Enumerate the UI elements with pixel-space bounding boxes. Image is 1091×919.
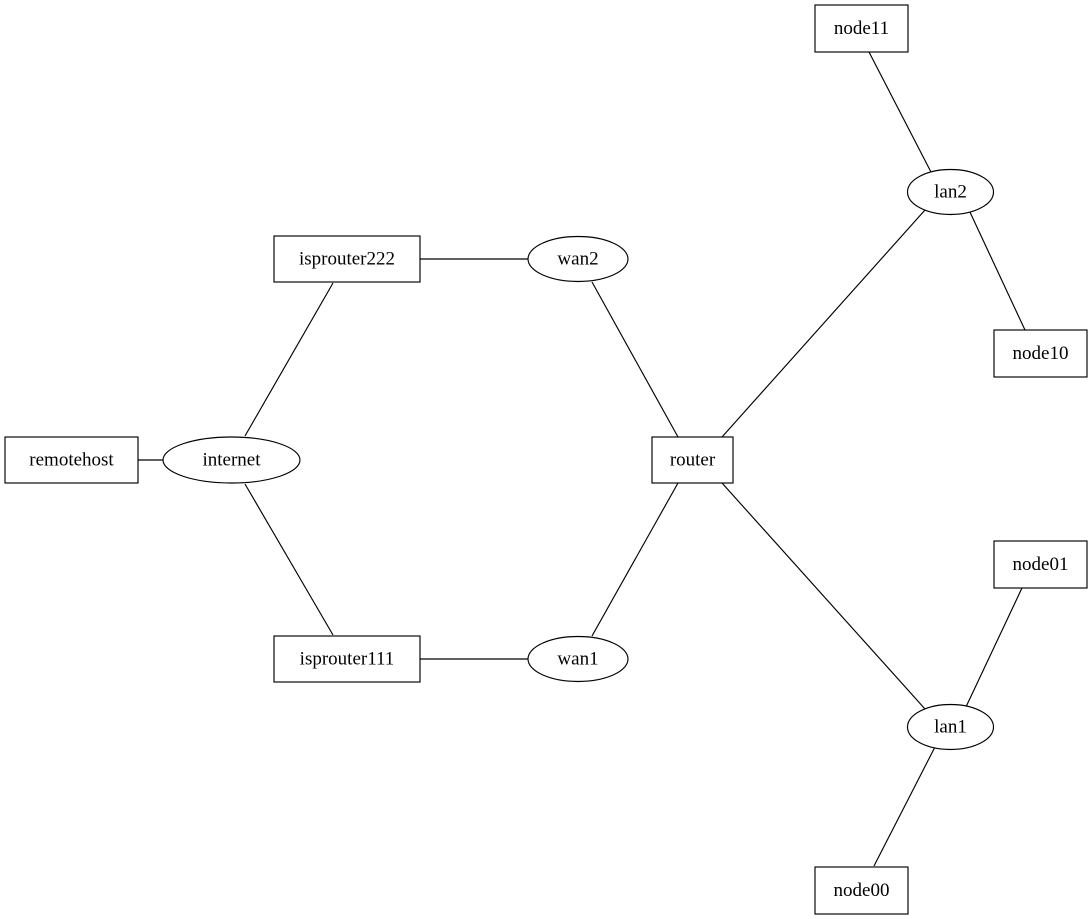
node-node00[interactable]: node00 [814, 866, 909, 915]
edge-wan1-router [591, 482, 679, 637]
node-node11[interactable]: node11 [814, 4, 909, 53]
node-router[interactable]: router [651, 436, 734, 484]
edge-wan2-router [591, 281, 679, 438]
edge-lan1-node00 [873, 744, 937, 867]
node-label-wan2: wan2 [557, 248, 598, 269]
edge-internet-isprouter111 [244, 483, 334, 636]
node-lan1[interactable]: lan1 [906, 703, 995, 751]
node-lan2[interactable]: lan2 [906, 168, 995, 216]
node-label-remotehost: remotehost [29, 449, 114, 470]
node-label-lan1: lan1 [934, 716, 967, 737]
node-label-node10: node10 [1013, 343, 1069, 364]
node-label-node00: node00 [834, 880, 890, 901]
edge-lan2-node10 [968, 209, 1026, 331]
node-wan2[interactable]: wan2 [527, 235, 629, 283]
node-label-isprouter111: isprouter111 [300, 648, 395, 669]
node-label-isprouter222: isprouter222 [299, 248, 395, 269]
node-isprouter111[interactable]: isprouter111 [273, 635, 421, 683]
node-label-lan2: lan2 [934, 181, 967, 202]
node-node01[interactable]: node01 [993, 540, 1088, 589]
node-label-node11: node11 [834, 18, 889, 39]
node-label-node01: node01 [1013, 554, 1069, 575]
edge-router-lan2 [721, 209, 926, 438]
node-node10[interactable]: node10 [993, 329, 1088, 378]
node-label-wan1: wan1 [557, 648, 598, 669]
node-label-router: router [670, 449, 716, 470]
edge-router-lan1 [721, 482, 926, 710]
network-topology-diagram: remotehost internet isprouter222 isprouter1… [0, 0, 1091, 919]
node-wan1[interactable]: wan1 [527, 635, 629, 683]
edge-lan1-node01 [964, 587, 1023, 710]
node-internet[interactable]: internet [162, 436, 301, 484]
edge-internet-isprouter222 [244, 282, 334, 437]
node-isprouter222[interactable]: isprouter222 [273, 235, 421, 283]
node-label-internet: internet [202, 449, 261, 470]
nodes-layer: remotehost internet isprouter222 isprouter1… [4, 4, 1088, 915]
node-remotehost[interactable]: remotehost [4, 436, 139, 484]
edge-lan2-node11 [868, 51, 933, 175]
graph-canvas: remotehost internet isprouter222 isprouter1… [4, 4, 1088, 915]
